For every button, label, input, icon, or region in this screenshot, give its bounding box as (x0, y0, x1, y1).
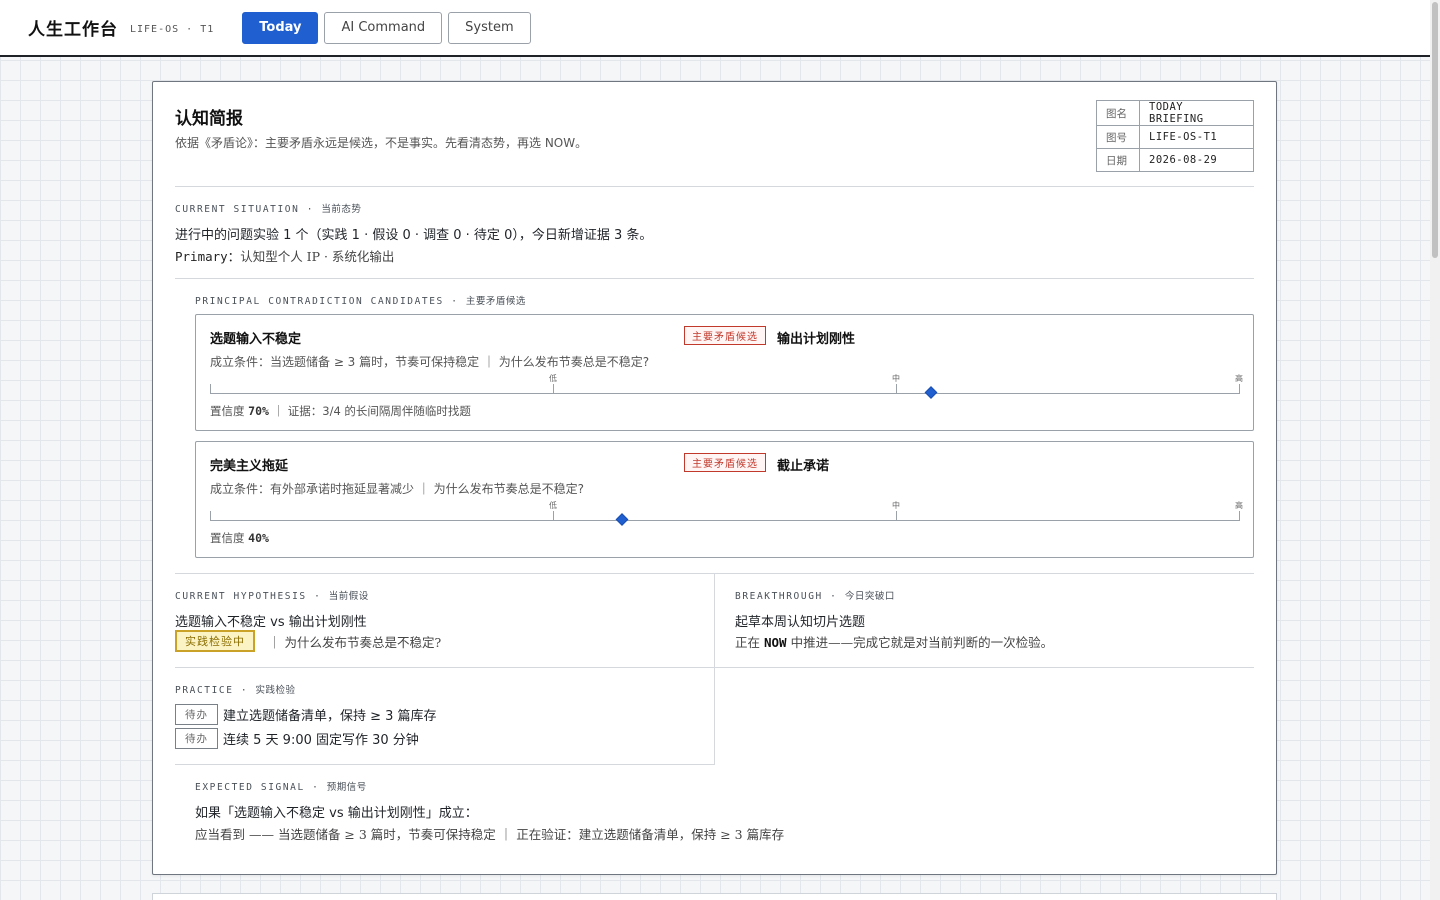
divider (175, 667, 1254, 668)
practice-label: PRACTICE · 实践检验 (175, 685, 296, 696)
scale-label-low: 低 (549, 374, 557, 383)
meta-row: 图号 LIFE-OS-T1 (1096, 125, 1254, 149)
candidate-side-a: 选题输入不稳定 (210, 332, 302, 347)
meta-value: LIFE-OS-T1 (1139, 125, 1254, 149)
app-title: 人生工作台 (28, 20, 118, 40)
confidence-marker (615, 513, 629, 526)
scale-tick (210, 384, 211, 394)
scrollbar-thumb[interactable] (1432, 2, 1438, 258)
situation-summary: 进行中的问题实验 1 个（实践 1 · 假设 0 · 调查 0 · 待定 0），… (175, 228, 653, 243)
divider (175, 186, 1254, 187)
briefing-subtitle: 依据《矛盾论》：主要矛盾永远是候选，不是事实。先看清态势，再选 NOW。 (175, 136, 588, 150)
scale-label-high: 高 (1235, 501, 1243, 510)
candidate-card[interactable]: 完美主义拖延 主要矛盾候选 截止承诺 成立条件：有外部承诺时拖延显著减少 ｜ 为… (195, 441, 1254, 558)
meta-row: 日期 2026-08-29 (1096, 148, 1254, 172)
scale-tick (210, 511, 211, 521)
primary-key: Primary： (175, 249, 241, 264)
practice-item: 建立选题储备清单，保持 ≥ 3 篇库存 (223, 709, 437, 724)
breakthrough-label: BREAKTHROUGH · 今日突破口 (735, 591, 895, 602)
candidate-condition: 成立条件：当选题储备 ≥ 3 篇时，节奏可保持稳定 ｜ 为什么发布节奏总是不稳定… (210, 355, 650, 369)
column-divider (714, 573, 715, 764)
candidate-side-b: 输出计划刚性 (777, 332, 856, 347)
tab-ai-command[interactable]: AI Command (324, 11, 443, 44)
briefing-title: 认知简报 (175, 109, 243, 129)
top-bar: 人生工作台 LIFE-OS · T1 Today AI Command Syst… (0, 0, 1430, 57)
situation-label: CURRENT SITUATION · 当前态势 (175, 204, 362, 215)
practice-status-badge[interactable]: 待办 (175, 728, 218, 749)
divider (175, 764, 715, 765)
scale-label-low: 低 (549, 501, 557, 510)
confidence-scale: 低 中 高 (210, 501, 1243, 526)
scale-tick (896, 511, 897, 521)
candidate-confidence: 置信度 70% ｜ 证据：3/4 的长间隔周伴随临时找题 (210, 404, 471, 418)
candidate-confidence: 置信度 40% (210, 531, 269, 545)
meta-key: 图号 (1096, 125, 1140, 149)
page-scrollbar[interactable] (1430, 0, 1440, 900)
breakthrough-title: 起草本周认知切片选题 (735, 615, 866, 630)
hypothesis-question: ｜ 为什么发布节奏总是不稳定? (268, 635, 442, 650)
scale-tick (553, 384, 554, 394)
signal-headline: 如果「选题输入不稳定 vs 输出计划刚性」成立： (195, 806, 478, 821)
scale-tick (896, 384, 897, 394)
scale-tick (553, 511, 554, 521)
scale-label-high: 高 (1235, 374, 1243, 383)
primary-value: 认知型个人 IP · 系统化输出 (240, 249, 395, 264)
app-subtitle: LIFE-OS · T1 (130, 23, 215, 35)
scale-tick (1239, 384, 1240, 394)
meta-key: 图名 (1096, 100, 1140, 126)
hypothesis-text: 选题输入不稳定 vs 输出计划刚性 (175, 615, 367, 630)
candidates-label: PRINCIPAL CONTRADICTION CANDIDATES · 主要矛… (195, 296, 526, 307)
signal-label: EXPECTED SIGNAL · 预期信号 (195, 782, 367, 793)
meta-value: 2026-08-29 (1139, 148, 1254, 172)
hypothesis-label: CURRENT HYPOTHESIS · 当前假设 (175, 591, 369, 602)
candidate-condition: 成立条件：有外部承诺时拖延显著减少 ｜ 为什么发布节奏总是不稳定? (210, 482, 585, 496)
confidence-scale: 低 中 高 (210, 374, 1243, 399)
scale-tick (1239, 511, 1240, 521)
meta-key: 日期 (1096, 148, 1140, 172)
candidate-side-a: 完美主义拖延 (210, 459, 289, 474)
tab-today[interactable]: Today (242, 11, 319, 44)
meta-value: TODAY BRIEFING (1139, 100, 1254, 126)
confidence-marker (924, 386, 938, 399)
meta-row: 图名 TODAY BRIEFING (1096, 100, 1254, 126)
next-card-edge (152, 893, 1277, 900)
candidate-badge: 主要矛盾候选 (684, 326, 766, 345)
hypothesis-status-badge: 实践检验中 (175, 630, 255, 652)
candidate-side-b: 截止承诺 (777, 459, 830, 474)
practice-status-badge[interactable]: 待办 (175, 704, 218, 725)
candidate-card[interactable]: 选题输入不稳定 主要矛盾候选 输出计划刚性 成立条件：当选题储备 ≥ 3 篇时，… (195, 314, 1254, 431)
tab-system[interactable]: System (448, 11, 531, 44)
scale-label-mid: 中 (892, 374, 900, 383)
briefing-meta-table: 图名 TODAY BRIEFING 图号 LIFE-OS-T1 日期 2026-… (1096, 100, 1254, 172)
practice-item: 连续 5 天 9:00 固定写作 30 分钟 (223, 733, 419, 748)
briefing-card: 认知简报 依据《矛盾论》：主要矛盾永远是候选，不是事实。先看清态势，再选 NOW… (152, 81, 1277, 875)
main-tabs: Today AI Command System (242, 11, 531, 44)
scale-label-mid: 中 (892, 501, 900, 510)
candidate-badge: 主要矛盾候选 (684, 453, 766, 472)
breakthrough-note: 正在 NOW 中推进——完成它就是对当前判断的一次检验。 (735, 635, 1054, 650)
signal-detail: 应当看到 —— 当选题储备 ≥ 3 篇时，节奏可保持稳定 ｜ 正在验证：建立选题… (195, 827, 785, 842)
divider (175, 278, 1254, 279)
situation-primary: Primary：认知型个人 IP · 系统化输出 (175, 246, 394, 265)
